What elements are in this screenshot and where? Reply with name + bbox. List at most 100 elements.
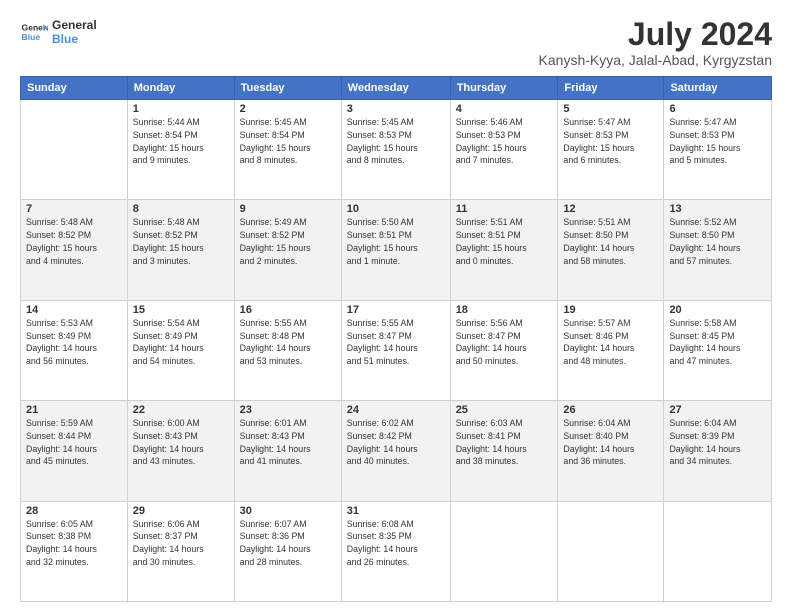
day-info: Sunrise: 5:56 AM Sunset: 8:47 PM Dayligh… bbox=[456, 317, 553, 368]
day-number: 20 bbox=[669, 304, 766, 316]
day-number: 24 bbox=[347, 404, 445, 416]
day-number: 25 bbox=[456, 404, 553, 416]
day-info: Sunrise: 5:45 AM Sunset: 8:53 PM Dayligh… bbox=[347, 116, 445, 167]
calendar-cell: 7Sunrise: 5:48 AM Sunset: 8:52 PM Daylig… bbox=[21, 200, 128, 300]
day-info: Sunrise: 6:01 AM Sunset: 8:43 PM Dayligh… bbox=[240, 417, 336, 468]
calendar-cell: 22Sunrise: 6:00 AM Sunset: 8:43 PM Dayli… bbox=[127, 401, 234, 501]
day-number: 10 bbox=[347, 203, 445, 215]
day-number: 28 bbox=[26, 505, 122, 517]
day-number: 29 bbox=[133, 505, 229, 517]
day-info: Sunrise: 6:00 AM Sunset: 8:43 PM Dayligh… bbox=[133, 417, 229, 468]
calendar-cell: 13Sunrise: 5:52 AM Sunset: 8:50 PM Dayli… bbox=[664, 200, 772, 300]
header-cell-saturday: Saturday bbox=[664, 77, 772, 100]
day-info: Sunrise: 6:02 AM Sunset: 8:42 PM Dayligh… bbox=[347, 417, 445, 468]
day-info: Sunrise: 5:47 AM Sunset: 8:53 PM Dayligh… bbox=[669, 116, 766, 167]
day-number: 2 bbox=[240, 103, 336, 115]
day-info: Sunrise: 6:06 AM Sunset: 8:37 PM Dayligh… bbox=[133, 518, 229, 569]
day-number: 11 bbox=[456, 203, 553, 215]
day-number: 5 bbox=[563, 103, 658, 115]
calendar-cell: 28Sunrise: 6:05 AM Sunset: 8:38 PM Dayli… bbox=[21, 501, 128, 601]
calendar-cell: 6Sunrise: 5:47 AM Sunset: 8:53 PM Daylig… bbox=[664, 100, 772, 200]
calendar-cell: 8Sunrise: 5:48 AM Sunset: 8:52 PM Daylig… bbox=[127, 200, 234, 300]
calendar-cell bbox=[21, 100, 128, 200]
week-row-1: 1Sunrise: 5:44 AM Sunset: 8:54 PM Daylig… bbox=[21, 100, 772, 200]
header-cell-sunday: Sunday bbox=[21, 77, 128, 100]
day-info: Sunrise: 5:48 AM Sunset: 8:52 PM Dayligh… bbox=[133, 216, 229, 267]
month-title: July 2024 bbox=[539, 18, 772, 50]
day-number: 30 bbox=[240, 505, 336, 517]
calendar-cell: 19Sunrise: 5:57 AM Sunset: 8:46 PM Dayli… bbox=[558, 300, 664, 400]
calendar-cell: 18Sunrise: 5:56 AM Sunset: 8:47 PM Dayli… bbox=[450, 300, 558, 400]
week-row-5: 28Sunrise: 6:05 AM Sunset: 8:38 PM Dayli… bbox=[21, 501, 772, 601]
day-info: Sunrise: 5:53 AM Sunset: 8:49 PM Dayligh… bbox=[26, 317, 122, 368]
day-number: 21 bbox=[26, 404, 122, 416]
day-info: Sunrise: 5:44 AM Sunset: 8:54 PM Dayligh… bbox=[133, 116, 229, 167]
header-cell-thursday: Thursday bbox=[450, 77, 558, 100]
day-info: Sunrise: 6:04 AM Sunset: 8:40 PM Dayligh… bbox=[563, 417, 658, 468]
calendar-cell: 10Sunrise: 5:50 AM Sunset: 8:51 PM Dayli… bbox=[341, 200, 450, 300]
day-number: 22 bbox=[133, 404, 229, 416]
day-info: Sunrise: 5:50 AM Sunset: 8:51 PM Dayligh… bbox=[347, 216, 445, 267]
day-number: 12 bbox=[563, 203, 658, 215]
title-block: July 2024 Kanysh-Kyya, Jalal-Abad, Kyrgy… bbox=[539, 18, 772, 68]
logo-line2: Blue bbox=[52, 32, 97, 46]
day-number: 8 bbox=[133, 203, 229, 215]
day-info: Sunrise: 6:03 AM Sunset: 8:41 PM Dayligh… bbox=[456, 417, 553, 468]
calendar-cell: 24Sunrise: 6:02 AM Sunset: 8:42 PM Dayli… bbox=[341, 401, 450, 501]
day-number: 15 bbox=[133, 304, 229, 316]
day-info: Sunrise: 6:07 AM Sunset: 8:36 PM Dayligh… bbox=[240, 518, 336, 569]
day-info: Sunrise: 6:04 AM Sunset: 8:39 PM Dayligh… bbox=[669, 417, 766, 468]
header-cell-tuesday: Tuesday bbox=[234, 77, 341, 100]
day-info: Sunrise: 5:49 AM Sunset: 8:52 PM Dayligh… bbox=[240, 216, 336, 267]
day-info: Sunrise: 5:58 AM Sunset: 8:45 PM Dayligh… bbox=[669, 317, 766, 368]
calendar-cell: 30Sunrise: 6:07 AM Sunset: 8:36 PM Dayli… bbox=[234, 501, 341, 601]
day-number: 23 bbox=[240, 404, 336, 416]
day-number: 3 bbox=[347, 103, 445, 115]
day-info: Sunrise: 5:46 AM Sunset: 8:53 PM Dayligh… bbox=[456, 116, 553, 167]
day-number: 7 bbox=[26, 203, 122, 215]
day-info: Sunrise: 5:55 AM Sunset: 8:47 PM Dayligh… bbox=[347, 317, 445, 368]
header-cell-friday: Friday bbox=[558, 77, 664, 100]
calendar-cell: 3Sunrise: 5:45 AM Sunset: 8:53 PM Daylig… bbox=[341, 100, 450, 200]
day-number: 16 bbox=[240, 304, 336, 316]
day-info: Sunrise: 5:59 AM Sunset: 8:44 PM Dayligh… bbox=[26, 417, 122, 468]
day-info: Sunrise: 5:47 AM Sunset: 8:53 PM Dayligh… bbox=[563, 116, 658, 167]
calendar-cell: 20Sunrise: 5:58 AM Sunset: 8:45 PM Dayli… bbox=[664, 300, 772, 400]
calendar-cell: 16Sunrise: 5:55 AM Sunset: 8:48 PM Dayli… bbox=[234, 300, 341, 400]
day-number: 27 bbox=[669, 404, 766, 416]
day-info: Sunrise: 5:45 AM Sunset: 8:54 PM Dayligh… bbox=[240, 116, 336, 167]
calendar-cell: 25Sunrise: 6:03 AM Sunset: 8:41 PM Dayli… bbox=[450, 401, 558, 501]
day-number: 9 bbox=[240, 203, 336, 215]
calendar-cell: 4Sunrise: 5:46 AM Sunset: 8:53 PM Daylig… bbox=[450, 100, 558, 200]
header-cell-monday: Monday bbox=[127, 77, 234, 100]
calendar-cell: 15Sunrise: 5:54 AM Sunset: 8:49 PM Dayli… bbox=[127, 300, 234, 400]
calendar-cell: 17Sunrise: 5:55 AM Sunset: 8:47 PM Dayli… bbox=[341, 300, 450, 400]
calendar-cell: 11Sunrise: 5:51 AM Sunset: 8:51 PM Dayli… bbox=[450, 200, 558, 300]
day-number: 1 bbox=[133, 103, 229, 115]
calendar-cell: 29Sunrise: 6:06 AM Sunset: 8:37 PM Dayli… bbox=[127, 501, 234, 601]
week-row-4: 21Sunrise: 5:59 AM Sunset: 8:44 PM Dayli… bbox=[21, 401, 772, 501]
calendar-cell: 14Sunrise: 5:53 AM Sunset: 8:49 PM Dayli… bbox=[21, 300, 128, 400]
calendar-cell bbox=[450, 501, 558, 601]
svg-text:Blue: Blue bbox=[22, 32, 41, 42]
logo-icon: General Blue bbox=[20, 18, 48, 46]
day-number: 19 bbox=[563, 304, 658, 316]
week-row-3: 14Sunrise: 5:53 AM Sunset: 8:49 PM Dayli… bbox=[21, 300, 772, 400]
day-number: 14 bbox=[26, 304, 122, 316]
calendar-table: SundayMondayTuesdayWednesdayThursdayFrid… bbox=[20, 76, 772, 602]
logo: General Blue General Blue bbox=[20, 18, 97, 46]
calendar-cell: 2Sunrise: 5:45 AM Sunset: 8:54 PM Daylig… bbox=[234, 100, 341, 200]
calendar-cell: 12Sunrise: 5:51 AM Sunset: 8:50 PM Dayli… bbox=[558, 200, 664, 300]
calendar-cell: 9Sunrise: 5:49 AM Sunset: 8:52 PM Daylig… bbox=[234, 200, 341, 300]
calendar-cell: 23Sunrise: 6:01 AM Sunset: 8:43 PM Dayli… bbox=[234, 401, 341, 501]
day-number: 18 bbox=[456, 304, 553, 316]
calendar-cell: 5Sunrise: 5:47 AM Sunset: 8:53 PM Daylig… bbox=[558, 100, 664, 200]
day-info: Sunrise: 5:52 AM Sunset: 8:50 PM Dayligh… bbox=[669, 216, 766, 267]
calendar-cell: 26Sunrise: 6:04 AM Sunset: 8:40 PM Dayli… bbox=[558, 401, 664, 501]
calendar-cell: 1Sunrise: 5:44 AM Sunset: 8:54 PM Daylig… bbox=[127, 100, 234, 200]
day-number: 6 bbox=[669, 103, 766, 115]
day-info: Sunrise: 6:08 AM Sunset: 8:35 PM Dayligh… bbox=[347, 518, 445, 569]
day-info: Sunrise: 5:57 AM Sunset: 8:46 PM Dayligh… bbox=[563, 317, 658, 368]
day-info: Sunrise: 5:51 AM Sunset: 8:51 PM Dayligh… bbox=[456, 216, 553, 267]
header-cell-wednesday: Wednesday bbox=[341, 77, 450, 100]
